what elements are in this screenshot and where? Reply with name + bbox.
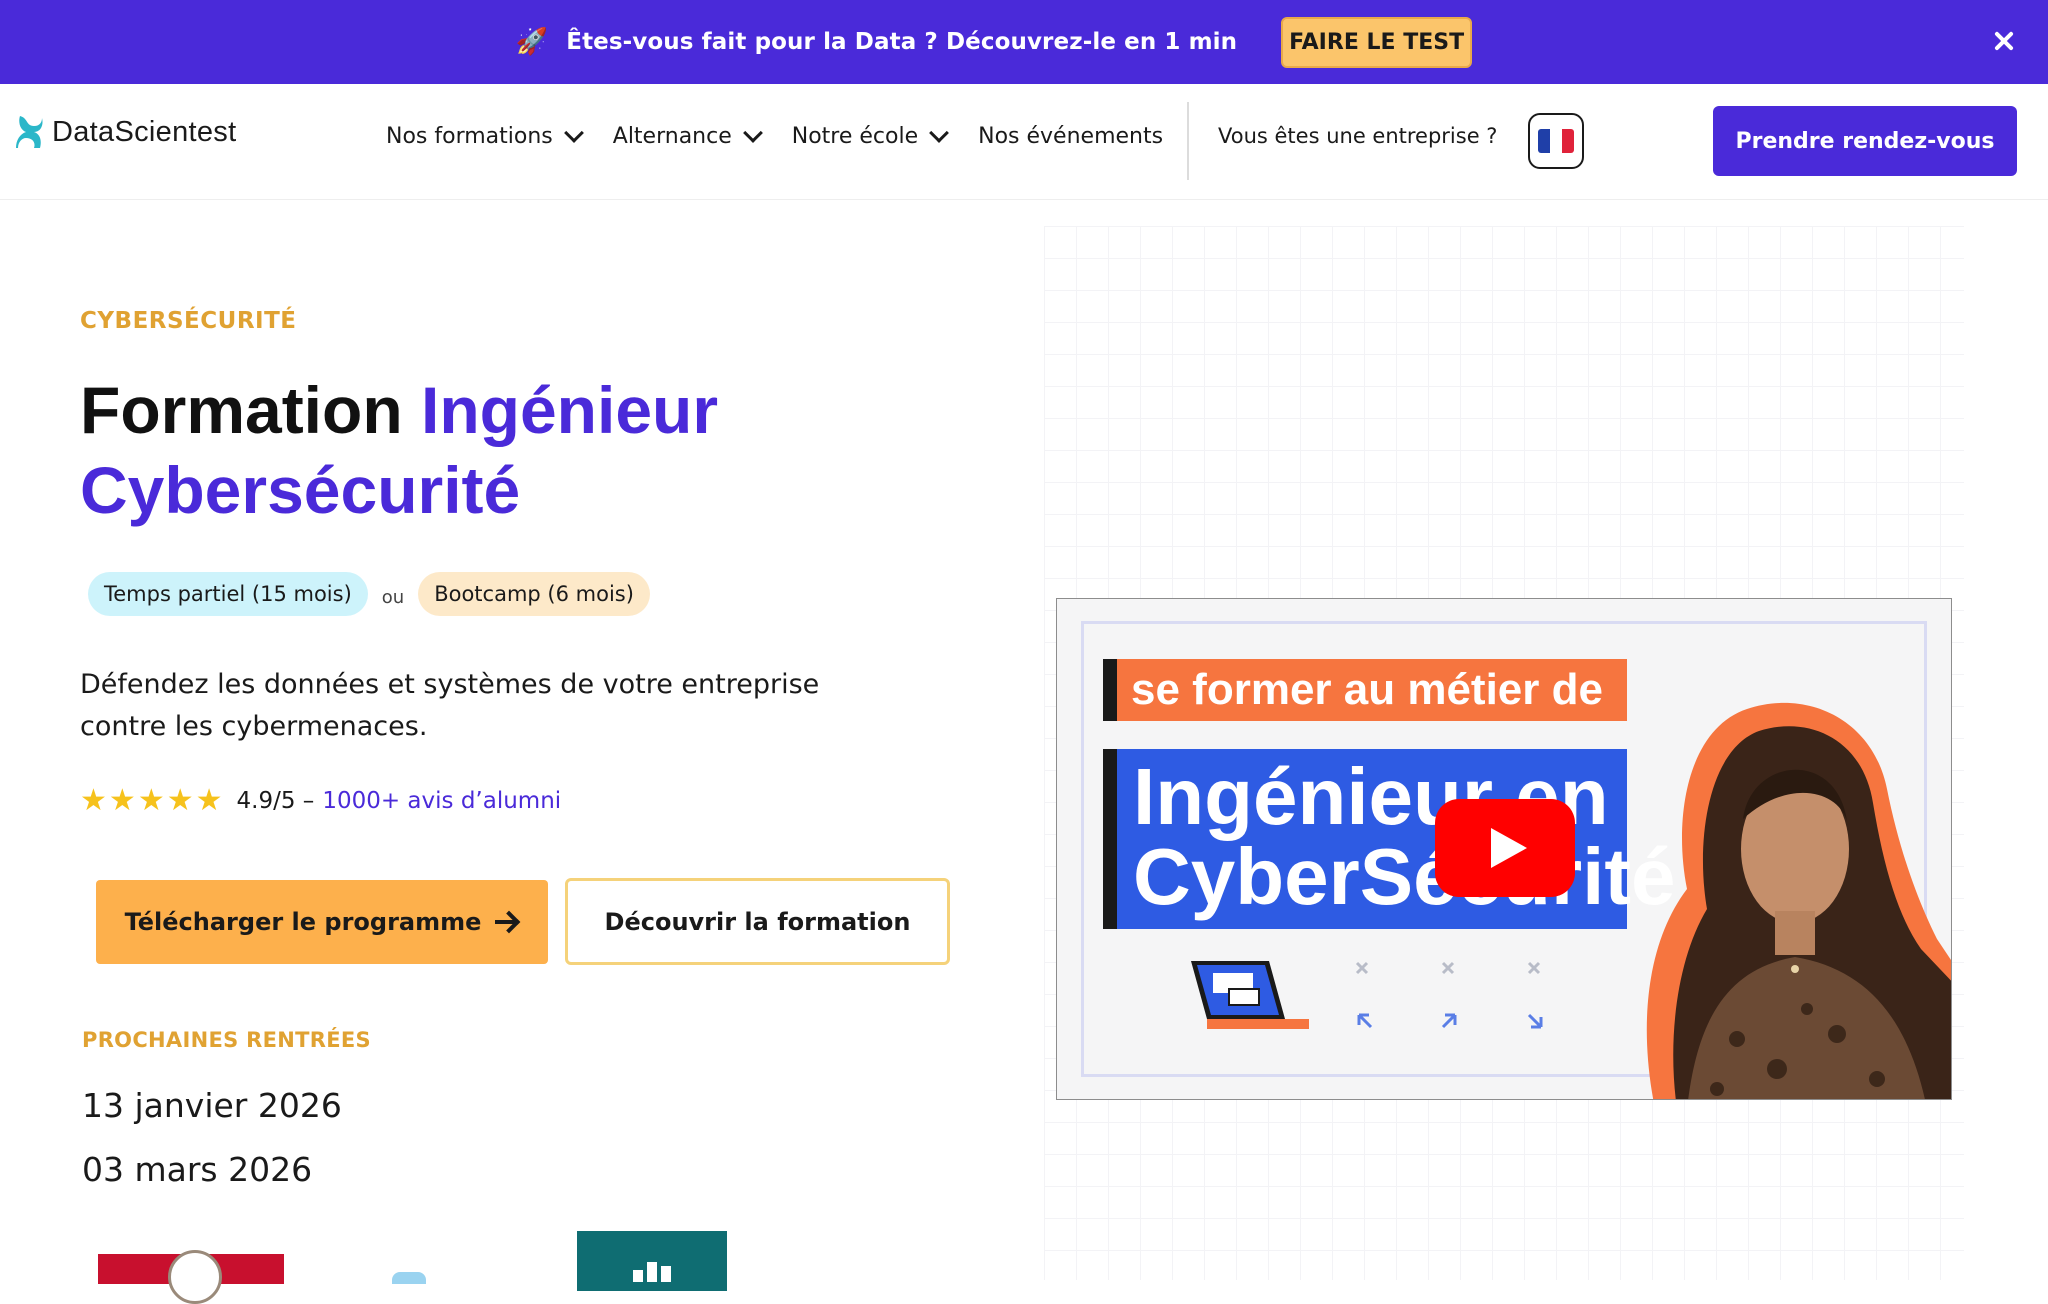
intake-date: 13 janvier 2026 xyxy=(82,1086,342,1125)
video-caption-text: se former au métier de xyxy=(1131,665,1603,714)
format-pills: Temps partiel (15 mois) ou Bootcamp (6 m… xyxy=(88,572,650,616)
laptop-illustration-icon xyxy=(1191,961,1309,1029)
star-icon: ★ xyxy=(108,783,136,818)
enterprise-link[interactable]: Vous êtes une entreprise ? xyxy=(1218,124,1497,148)
site-header: DataScientest Nos formations Alternance … xyxy=(0,84,2048,200)
nav-item-label: Notre école xyxy=(791,124,919,149)
university-seal-icon xyxy=(168,1250,222,1304)
promo-banner: 🚀 Êtes-vous fait pour la Data ? Découvre… xyxy=(0,0,2048,84)
title-plain: Formation xyxy=(80,373,421,447)
chevron-down-icon xyxy=(929,122,950,143)
title-accent: Ingénieur xyxy=(421,373,719,447)
intake-date: 03 mars 2026 xyxy=(82,1150,313,1189)
star-icon: ★ xyxy=(80,783,107,818)
arrow-right-icon xyxy=(495,912,519,932)
nav-item-label: Nos événements xyxy=(978,124,1164,149)
video-player[interactable]: se former au métier de Ingénieur en Cybe… xyxy=(1056,598,1952,1100)
discover-training-button[interactable]: Découvrir la formation xyxy=(565,878,950,965)
bootcamp-pill: Bootcamp (6 mois) xyxy=(418,572,650,616)
nav-item-label: Alternance xyxy=(612,124,732,149)
page-title: Formation Ingénieur Cybersécurité xyxy=(80,370,718,530)
promo-banner-text: Êtes-vous fait pour la Data ? Découvrez-… xyxy=(566,29,1238,55)
partner-logo-bird xyxy=(392,1272,426,1284)
promo-banner-content: 🚀 Êtes-vous fait pour la Data ? Découvre… xyxy=(515,16,1473,68)
star-icon: ★ xyxy=(166,783,194,818)
nav-divider xyxy=(1187,102,1189,180)
nav-item-label: Nos formations xyxy=(386,124,553,149)
nav-item-evenements[interactable]: Nos événements xyxy=(978,124,1163,149)
nav-item-formations[interactable]: Nos formations xyxy=(386,122,584,149)
download-program-button[interactable]: Télécharger le programme xyxy=(96,880,548,964)
star-rating: ★ ★ ★ ★ ★ xyxy=(80,786,223,816)
star-icon: ★ xyxy=(137,783,165,818)
next-intakes-title: PROCHAINES RENTRÉES xyxy=(82,1028,371,1052)
play-button-icon[interactable] xyxy=(1435,799,1575,897)
category-label: CYBERSÉCURITÉ xyxy=(80,308,297,334)
nav-item-ecole[interactable]: Notre école xyxy=(791,122,950,149)
reviews-link[interactable]: 1000+ avis d’alumni xyxy=(322,788,561,814)
title-accent: Cybersécurité xyxy=(80,453,521,527)
rocket-icon: 🚀 xyxy=(515,27,549,57)
hero-description: Défendez les données et systèmes de votr… xyxy=(80,669,820,742)
building-icon xyxy=(633,1262,673,1282)
close-icon[interactable] xyxy=(1988,26,2018,56)
star-icon: ★ xyxy=(195,783,223,818)
logo-mark-icon xyxy=(16,116,43,148)
presenter-photo xyxy=(1646,702,1951,1099)
part-time-pill: Temps partiel (15 mois) xyxy=(88,572,368,616)
logo[interactable]: DataScientest xyxy=(14,112,236,152)
logo-text: DataScientest xyxy=(52,115,237,148)
partner-logo-building xyxy=(577,1231,727,1291)
language-selector[interactable] xyxy=(1528,113,1584,169)
french-flag-icon xyxy=(1538,129,1574,153)
chevron-down-icon xyxy=(563,122,584,143)
decorative-arrows-icon xyxy=(1355,961,1543,1029)
main-nav: Nos formations Alternance Notre école No… xyxy=(386,122,1163,149)
chevron-down-icon xyxy=(742,122,763,143)
take-test-button[interactable]: FAIRE LE TEST xyxy=(1281,16,1473,68)
rating: ★ ★ ★ ★ ★ 4.9/5 – 1000+ avis d’alumni xyxy=(80,786,561,816)
rating-score: 4.9/5 – xyxy=(236,788,315,814)
book-appointment-button[interactable]: Prendre rendez-vous xyxy=(1713,106,2017,176)
nav-item-alternance[interactable]: Alternance xyxy=(612,122,763,149)
pill-separator: ou xyxy=(381,586,405,608)
download-program-label: Télécharger le programme xyxy=(124,908,482,936)
